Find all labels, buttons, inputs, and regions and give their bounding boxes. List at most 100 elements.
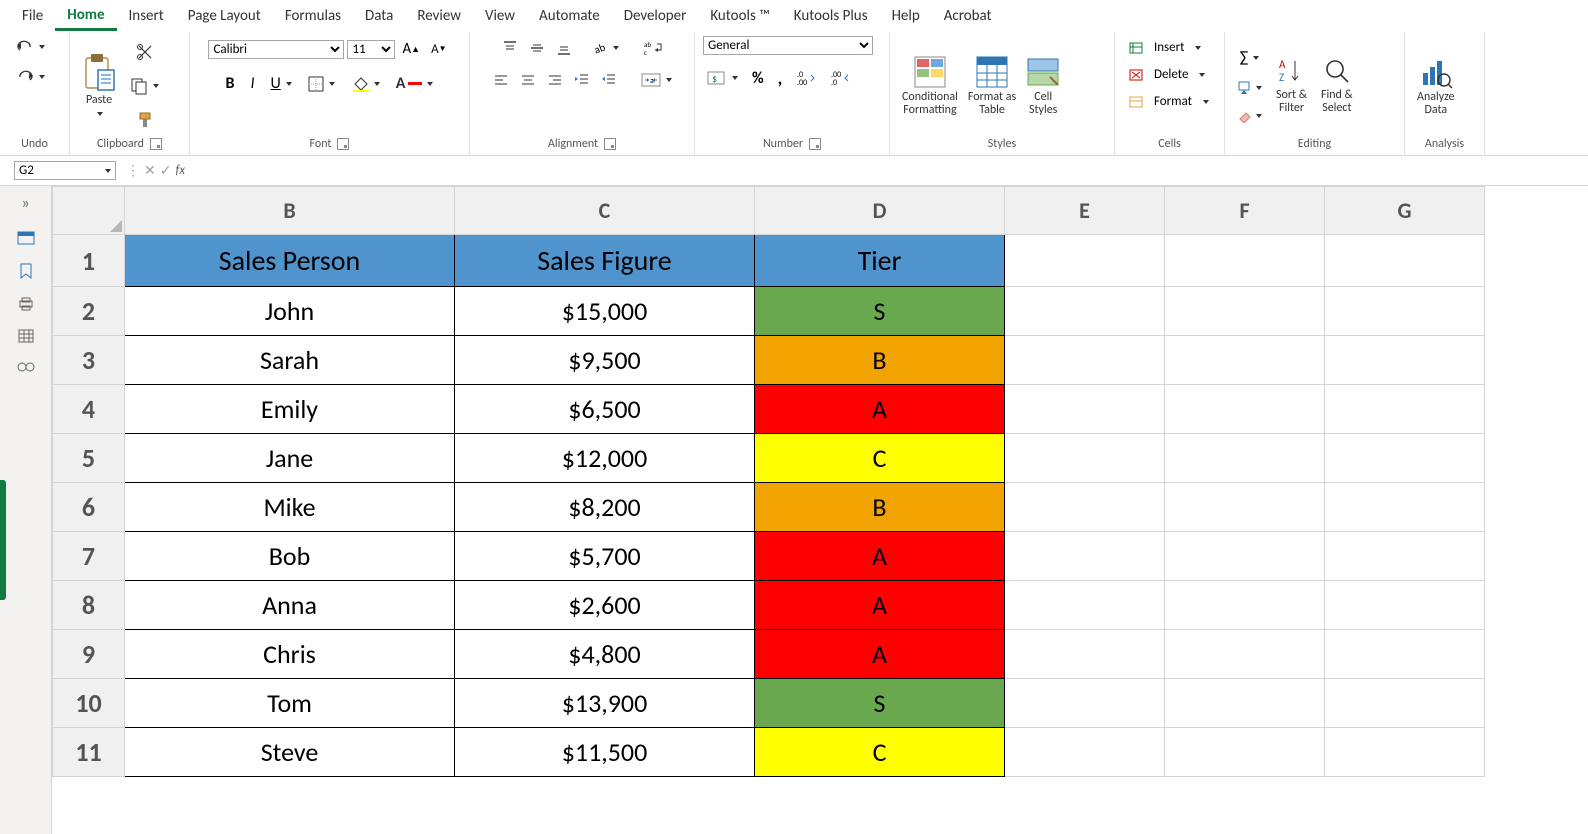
wrap-text-button[interactable]: abc	[639, 36, 667, 60]
cell[interactable]	[1165, 728, 1325, 777]
cell[interactable]	[1005, 532, 1165, 581]
cell[interactable]	[1005, 235, 1165, 287]
clear-button[interactable]	[1233, 105, 1266, 127]
cell[interactable]: Steve	[125, 728, 455, 777]
cell[interactable]: $9,500	[455, 336, 755, 385]
menu-tab-insert[interactable]: Insert	[117, 3, 176, 29]
font-launcher[interactable]	[337, 138, 349, 150]
fill-button[interactable]	[1233, 77, 1266, 99]
cell[interactable]: Tier	[755, 235, 1005, 287]
cell[interactable]: $6,500	[455, 385, 755, 434]
comma-button[interactable]: ,	[774, 63, 787, 93]
cell[interactable]: Jane	[125, 434, 455, 483]
align-bottom-button[interactable]	[552, 36, 576, 60]
cell[interactable]: $12,000	[455, 434, 755, 483]
merge-center-button[interactable]: a	[637, 68, 676, 92]
row-header-7[interactable]: 7	[53, 532, 125, 581]
cell[interactable]	[1165, 385, 1325, 434]
orientation-button[interactable]: ab	[588, 36, 623, 60]
menu-tab-page-layout[interactable]: Page Layout	[176, 3, 273, 29]
cell[interactable]: A	[755, 630, 1005, 679]
autosum-button[interactable]: ∑	[1233, 44, 1266, 71]
menu-tab-kutools-[interactable]: Kutools ™	[698, 3, 781, 29]
align-left-button[interactable]	[489, 68, 513, 92]
analyze-data-button[interactable]: Analyze Data	[1413, 53, 1459, 119]
fill-color-button[interactable]	[347, 72, 384, 96]
cell[interactable]	[1325, 235, 1485, 287]
cell[interactable]: Sales Figure	[455, 235, 755, 287]
cell[interactable]: Chris	[125, 630, 455, 679]
fx-icon[interactable]: fx	[175, 163, 185, 178]
panel-bookmark-icon[interactable]	[19, 263, 33, 279]
menu-tab-help[interactable]: Help	[880, 3, 932, 29]
shrink-font-button[interactable]: A▼	[427, 38, 450, 61]
row-header-3[interactable]: 3	[53, 336, 125, 385]
enter-icon[interactable]: ✓	[160, 162, 172, 179]
cell[interactable]	[1005, 581, 1165, 630]
font-size-select[interactable]: 11	[347, 40, 395, 59]
cell[interactable]: Mike	[125, 483, 455, 532]
cell[interactable]: $5,700	[455, 532, 755, 581]
row-header-9[interactable]: 9	[53, 630, 125, 679]
cell[interactable]: $13,900	[455, 679, 755, 728]
font-color-button[interactable]: A	[392, 70, 438, 97]
accounting-format-button[interactable]: $	[703, 66, 742, 90]
italic-button[interactable]: I	[246, 70, 258, 97]
align-top-button[interactable]	[498, 36, 522, 60]
cell[interactable]	[1325, 336, 1485, 385]
cell[interactable]: A	[755, 581, 1005, 630]
col-header-C[interactable]: C	[455, 187, 755, 235]
cell[interactable]: $11,500	[455, 728, 755, 777]
underline-button[interactable]: U	[267, 70, 296, 97]
cancel-icon[interactable]: ✕	[144, 162, 156, 179]
col-header-G[interactable]: G	[1325, 187, 1485, 235]
menu-tab-review[interactable]: Review	[405, 3, 473, 29]
grow-font-button[interactable]: A▲	[398, 36, 424, 62]
row-header-11[interactable]: 11	[53, 728, 125, 777]
align-right-button[interactable]	[543, 68, 567, 92]
align-middle-button[interactable]	[525, 36, 549, 60]
cell[interactable]: Emily	[125, 385, 455, 434]
percent-button[interactable]: %	[748, 65, 768, 92]
decrease-decimal-button[interactable]: .00.0	[826, 66, 854, 90]
cell[interactable]	[1325, 532, 1485, 581]
panel-grid-icon[interactable]	[18, 329, 34, 343]
increase-decimal-button[interactable]: .0.00	[792, 66, 820, 90]
menu-tab-home[interactable]: Home	[55, 2, 116, 31]
cell[interactable]: S	[755, 679, 1005, 728]
cell[interactable]	[1165, 336, 1325, 385]
menu-tab-file[interactable]: File	[10, 3, 55, 29]
row-header-10[interactable]: 10	[53, 679, 125, 728]
menu-tab-data[interactable]: Data	[353, 3, 405, 29]
cell[interactable]	[1005, 630, 1165, 679]
menu-tab-automate[interactable]: Automate	[527, 3, 612, 29]
conditional-formatting-button[interactable]: Conditional Formatting	[898, 53, 962, 119]
cell[interactable]	[1325, 581, 1485, 630]
cell[interactable]	[1325, 728, 1485, 777]
col-header-B[interactable]: B	[125, 187, 455, 235]
cell[interactable]: $2,600	[455, 581, 755, 630]
menu-tab-formulas[interactable]: Formulas	[273, 3, 353, 29]
row-header-1[interactable]: 1	[53, 235, 125, 287]
number-launcher[interactable]	[809, 138, 821, 150]
name-box[interactable]: G2	[14, 161, 116, 180]
cell[interactable]	[1165, 483, 1325, 532]
menu-tab-kutools-plus[interactable]: Kutools Plus	[782, 3, 880, 29]
cell[interactable]	[1325, 385, 1485, 434]
number-format-select[interactable]: General	[703, 36, 873, 55]
increase-indent-button[interactable]	[597, 68, 621, 92]
panel-expand-icon[interactable]: »	[21, 194, 29, 213]
cell[interactable]	[1325, 434, 1485, 483]
panel-binoculars-icon[interactable]	[17, 361, 35, 373]
cell[interactable]: S	[755, 287, 1005, 336]
cell[interactable]	[1005, 679, 1165, 728]
cell[interactable]	[1325, 287, 1485, 336]
cell[interactable]: $8,200	[455, 483, 755, 532]
menu-tab-view[interactable]: View	[473, 3, 527, 29]
collapsed-pane-stub[interactable]	[0, 480, 6, 600]
range-select-icon[interactable]: ⋮	[126, 162, 140, 179]
row-header-2[interactable]: 2	[53, 287, 125, 336]
cell[interactable]: B	[755, 336, 1005, 385]
cell[interactable]: John	[125, 287, 455, 336]
bold-button[interactable]: B	[222, 70, 239, 97]
